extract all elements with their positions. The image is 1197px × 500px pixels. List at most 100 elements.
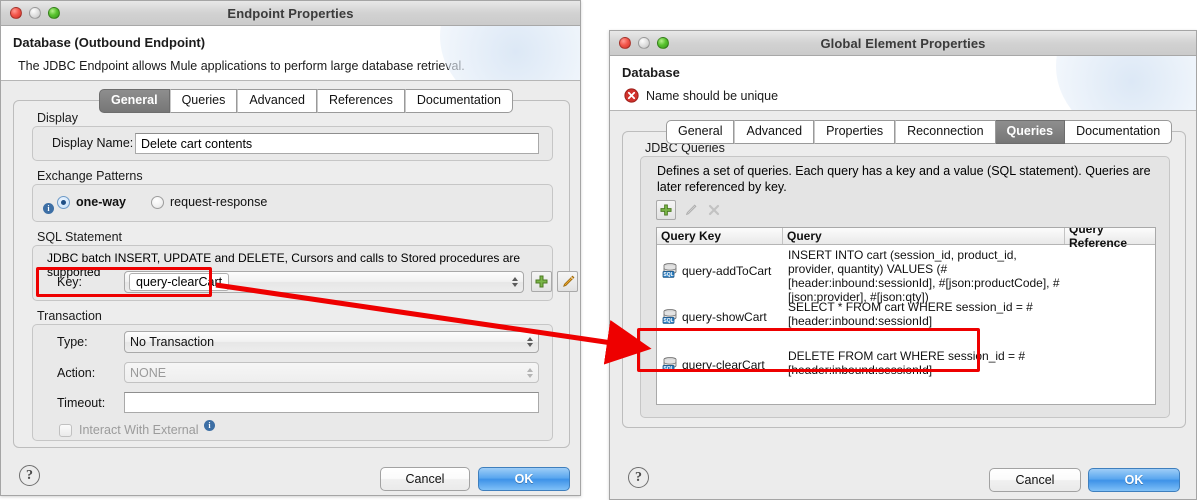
sql-icon: SQL xyxy=(662,309,678,324)
table-row[interactable]: SQL query-showCart SELECT * FROM cart WH… xyxy=(657,297,1155,337)
action-value: NONE xyxy=(130,365,167,380)
tab-properties[interactable]: Properties xyxy=(814,120,896,144)
interact-with-external-checkbox[interactable] xyxy=(59,424,72,437)
queries-toolbar[interactable] xyxy=(656,200,724,220)
tab-queries[interactable]: Queries xyxy=(995,120,1066,144)
tab-documentation[interactable]: Documentation xyxy=(404,89,513,113)
help-button[interactable]: ? xyxy=(19,465,40,486)
window-title: Global Element Properties xyxy=(820,35,986,51)
tab-general[interactable]: General xyxy=(99,89,170,113)
type-label: Type: xyxy=(57,335,88,349)
banner-description: The JDBC Endpoint allows Mule applicatio… xyxy=(18,59,465,73)
table-row[interactable]: SQL query-addToCart INSERT INTO cart (se… xyxy=(657,245,1155,304)
banner-error-row: Name should be unique xyxy=(624,88,1184,103)
queries-panel: JDBC Queries Defines a set of queries. E… xyxy=(622,131,1186,428)
display-name-input[interactable]: Delete cart contents xyxy=(135,133,539,154)
ok-label: OK xyxy=(1124,473,1144,487)
queries-table-header: Query Key Query Query Reference xyxy=(657,228,1155,250)
endpoint-banner: Database (Outbound Endpoint) The JDBC En… xyxy=(1,26,580,81)
edit-query-button[interactable] xyxy=(557,271,578,292)
combo-arrows-icon xyxy=(527,337,533,347)
display-group-box: Display Name: Delete cart contents xyxy=(32,126,553,161)
transaction-group-label: Transaction xyxy=(37,309,102,323)
global-element-tabbar[interactable]: General Advanced Properties Reconnection… xyxy=(666,120,1173,144)
exchange-group-box: i one-way request-response xyxy=(32,184,553,222)
radio-one-way[interactable] xyxy=(57,196,70,209)
exchange-info-icon[interactable]: i xyxy=(43,203,54,214)
queries-table[interactable]: Query Key Query Query Reference SQL quer… xyxy=(656,227,1156,405)
global-element-titlebar[interactable]: Global Element Properties xyxy=(610,31,1196,56)
display-name-label: Display Name: xyxy=(52,136,134,150)
radio-request-response-label: request-response xyxy=(170,195,268,209)
tab-advanced[interactable]: Advanced xyxy=(734,120,815,144)
type-value: No Transaction xyxy=(130,335,215,349)
query-key-text: query-clearCart xyxy=(682,357,765,372)
delete-query-button xyxy=(704,200,724,220)
display-name-value: Delete cart contents xyxy=(141,136,253,151)
help-label: ? xyxy=(635,469,642,485)
exchange-group-label: Exchange Patterns xyxy=(37,169,143,183)
type-combo[interactable]: No Transaction xyxy=(124,331,539,353)
plus-icon xyxy=(535,275,548,288)
display-group-label: Display xyxy=(37,111,78,125)
edit-query-button xyxy=(680,200,700,220)
pencil-icon xyxy=(685,204,696,215)
tab-references[interactable]: References xyxy=(316,89,405,113)
cancel-label: Cancel xyxy=(405,472,445,486)
endpoint-tabbar[interactable]: General Queries Advanced References Docu… xyxy=(99,89,513,113)
tab-queries[interactable]: Queries xyxy=(169,89,238,113)
table-cell-query-key: SQL query-clearCart xyxy=(657,343,783,386)
jdbc-queries-description: Defines a set of queries. Each query has… xyxy=(657,164,1151,194)
transaction-group-box: Type: No Transaction Action: NONE Timeou… xyxy=(32,324,553,441)
window-title: Endpoint Properties xyxy=(227,5,354,21)
combo-arrows-icon xyxy=(512,277,518,287)
ok-button[interactable]: OK xyxy=(478,467,570,491)
banner-error-message: Name should be unique xyxy=(646,88,779,103)
column-header-query-reference[interactable]: Query Reference xyxy=(1065,228,1155,250)
sql-group-box: JDBC batch INSERT, UPDATE and DELETE, Cu… xyxy=(32,245,578,301)
table-cell-query-reference xyxy=(1065,343,1155,386)
tab-general[interactable]: General xyxy=(666,120,735,144)
action-combo: NONE xyxy=(124,362,539,383)
jdbc-queries-group-box: Defines a set of queries. Each query has… xyxy=(640,156,1170,418)
key-label: Key: xyxy=(57,275,83,289)
key-value: query-clearCart xyxy=(136,275,223,289)
help-button[interactable]: ? xyxy=(628,467,649,488)
tab-advanced[interactable]: Advanced xyxy=(237,89,317,113)
table-cell-query-reference xyxy=(1065,297,1155,336)
radio-one-way-label: one-way xyxy=(76,195,127,209)
radio-request-response[interactable] xyxy=(151,196,164,209)
sql-icon: SQL xyxy=(662,357,678,372)
global-element-banner: Database Name should be unique xyxy=(610,56,1196,111)
key-value-box: query-clearCart xyxy=(129,273,230,291)
cancel-label: Cancel xyxy=(1015,473,1055,487)
sql-group-label: SQL Statement xyxy=(37,230,122,244)
global-element-properties-window: Global Element Properties Database Name … xyxy=(609,30,1197,500)
svg-text:SQL: SQL xyxy=(663,318,673,324)
add-query-button[interactable] xyxy=(531,271,552,292)
plus-icon xyxy=(660,204,672,216)
column-header-query-key[interactable]: Query Key xyxy=(657,228,783,244)
column-header-query[interactable]: Query xyxy=(783,228,1065,244)
timeout-input[interactable] xyxy=(124,392,539,413)
cancel-button[interactable]: Cancel xyxy=(380,467,470,491)
tab-reconnection[interactable]: Reconnection xyxy=(895,120,996,144)
screenshot-root: Endpoint Properties Database (Outbound E… xyxy=(0,0,1197,500)
endpoint-general-panel: Display Display Name: Delete cart conten… xyxy=(13,100,578,448)
timeout-label: Timeout: xyxy=(57,396,106,410)
table-cell-query-key: SQL query-addToCart xyxy=(657,245,783,296)
endpoint-properties-window: Endpoint Properties Database (Outbound E… xyxy=(0,0,581,496)
add-query-button[interactable] xyxy=(656,200,676,220)
delete-icon xyxy=(708,204,720,216)
svg-text:SQL: SQL xyxy=(663,272,673,278)
tab-documentation[interactable]: Documentation xyxy=(1065,120,1173,144)
endpoint-properties-titlebar[interactable]: Endpoint Properties xyxy=(1,1,580,26)
ok-button[interactable]: OK xyxy=(1088,468,1180,492)
cancel-button[interactable]: Cancel xyxy=(989,468,1081,492)
table-cell-query-reference xyxy=(1065,245,1155,296)
interact-info-icon[interactable]: i xyxy=(204,420,215,431)
banner-title: Database xyxy=(622,65,680,80)
query-key-text: query-showCart xyxy=(682,309,767,324)
ok-label: OK xyxy=(514,472,534,486)
table-row[interactable]: SQL query-clearCart DELETE FROM cart WHE… xyxy=(657,343,1155,387)
